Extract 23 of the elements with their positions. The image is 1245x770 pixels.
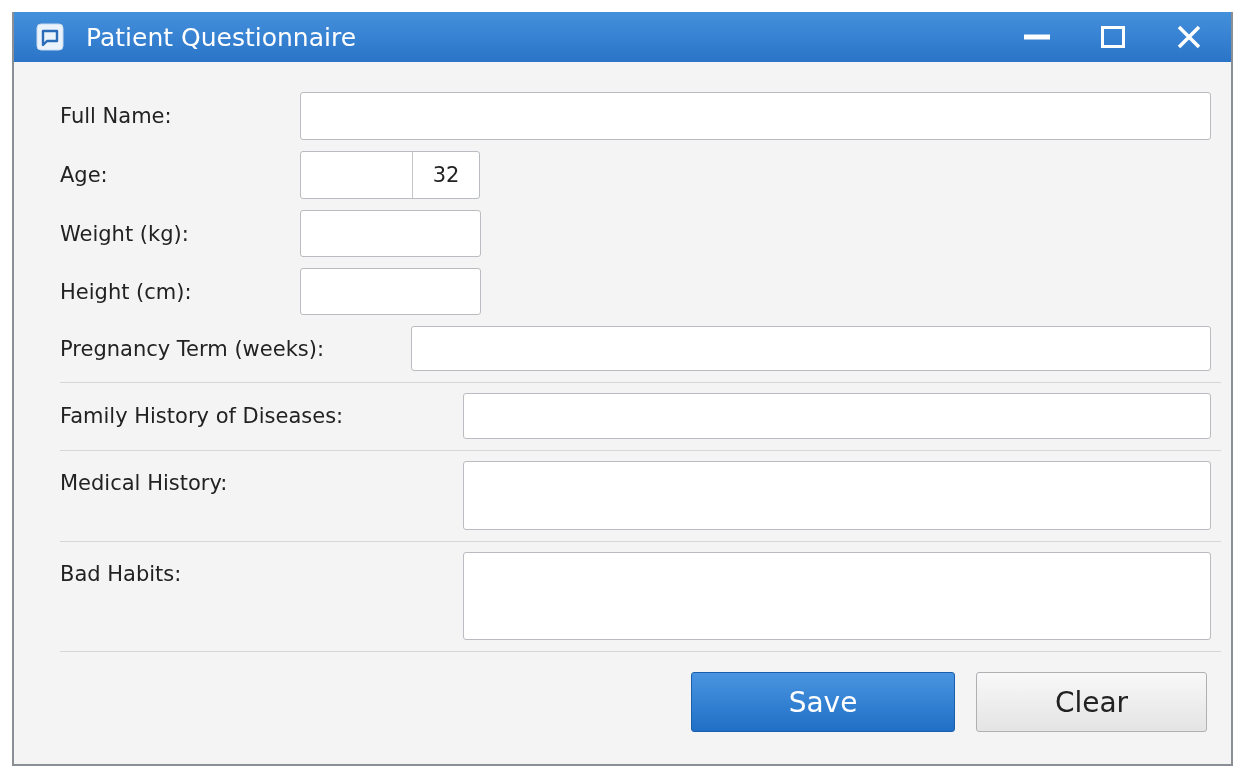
text-field[interactable] xyxy=(300,268,481,315)
save-button[interactable]: Save xyxy=(691,672,955,732)
minimize-icon xyxy=(1024,34,1050,40)
text-area[interactable] xyxy=(463,461,1211,530)
field-label: Medical History: xyxy=(60,470,228,495)
field-label: Bad Habits: xyxy=(60,561,182,586)
text-area[interactable] xyxy=(463,552,1211,640)
text-field[interactable] xyxy=(463,393,1211,439)
maximize-icon xyxy=(1101,26,1125,48)
text-field[interactable] xyxy=(300,210,481,257)
field-label: Family History of Diseases: xyxy=(60,404,344,428)
field-label: Weight (kg): xyxy=(60,221,189,246)
text-field[interactable] xyxy=(411,326,1211,371)
field-label: Age: xyxy=(60,163,108,187)
field-label: Pregnancy Term (weeks): xyxy=(60,336,324,361)
number-field[interactable]: 32 xyxy=(300,151,480,199)
app-icon xyxy=(36,23,64,51)
text-field[interactable] xyxy=(300,92,1211,140)
clear-button[interactable]: Clear xyxy=(976,672,1207,732)
close-icon xyxy=(1177,25,1201,49)
field-label: Full Name: xyxy=(60,104,172,128)
field-label: Height (cm): xyxy=(60,279,192,304)
window-title: Patient Questionnaire xyxy=(86,22,358,52)
